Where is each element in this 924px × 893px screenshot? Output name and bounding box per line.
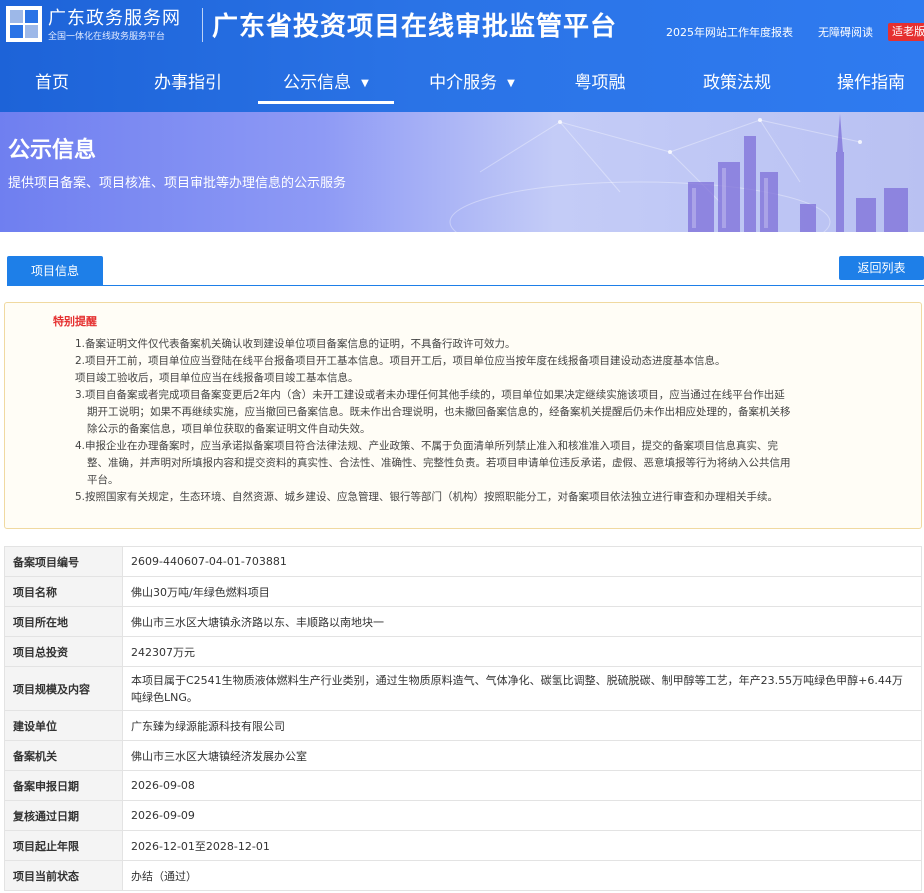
notice-item: 4.申报企业在办理备案时，应当承诺拟备案项目符合法律法规、产业政策、不属于负面清… <box>75 440 791 486</box>
field-label: 建设单位 <box>4 710 123 741</box>
nav-label: 办事指引 <box>154 73 222 93</box>
field-value: 242307万元 <box>122 636 922 667</box>
city-skyline-illustration-icon <box>449 114 908 232</box>
table-row: 项目规模及内容 本项目属于C2541生物质液体燃料生产行业类别，通过生物质原料造… <box>4 666 922 711</box>
field-value: 佛山市三水区大塘镇永济路以东、丰顺路以南地块一 <box>122 606 922 637</box>
page-banner: 公示信息 提供项目备案、项目核准、项目审批等办理信息的公示服务 <box>0 112 924 232</box>
field-label: 项目总投资 <box>4 636 123 667</box>
site-slogan: 全国一体化在线政务服务平台 <box>48 32 166 42</box>
field-value: 办结（通过） <box>122 860 922 891</box>
notice-item: 1.备案证明文件仅代表备案机关确认收到建设单位项目备案信息的证明，不具备行政许可… <box>75 338 516 350</box>
nav-label: 公示信息 <box>283 73 352 93</box>
platform-title: 广东省投资项目在线审批监管平台 <box>212 12 618 42</box>
site-name[interactable]: 广东政务服务网 <box>48 4 181 30</box>
table-row: 项目所在地 佛山市三水区大塘镇永济路以东、丰顺路以南地块一 <box>4 606 922 637</box>
nav-label: 操作指南 <box>837 73 905 93</box>
field-label: 项目起止年限 <box>4 830 123 861</box>
notice-item: 3.项目自备案或者完成项目备案变更后2年内（含）未开工建设或者未办理任何其他手续… <box>75 389 791 435</box>
nav-item-home[interactable]: 首页 <box>0 62 104 104</box>
nav-label: 首页 <box>35 73 69 93</box>
notice-item: 项目竣工验收后，项目单位应当在线报备项目竣工基本信息。 <box>75 372 359 384</box>
field-label: 复核通过日期 <box>4 800 123 831</box>
tab-underline <box>7 285 924 286</box>
site-header: 广东政务服务网 全国一体化在线政务服务平台 广东省投资项目在线审批监管平台 20… <box>0 0 924 112</box>
accessibility-link[interactable]: 无障碍阅读 <box>818 24 873 40</box>
guangdong-gov-logo-icon[interactable] <box>6 6 42 42</box>
field-label: 项目当前状态 <box>4 860 123 891</box>
notice-list: 1.备案证明文件仅代表备案机关确认收到建设单位项目备案信息的证明，不具备行政许可… <box>75 336 791 506</box>
field-label: 备案项目编号 <box>4 546 123 577</box>
nav-item-guide[interactable]: 办事指引 <box>122 62 254 104</box>
table-row: 项目名称 佛山30万吨/年绿色燃料项目 <box>4 576 922 607</box>
elder-mode-button[interactable]: 适老版 <box>888 23 924 41</box>
project-info-table: 备案项目编号 2609-440607-04-01-703881 项目名称 佛山3… <box>4 546 922 891</box>
annual-report-link[interactable]: 2025年网站工作年度报表 <box>666 24 793 40</box>
special-notice-box: 特别提醒 1.备案证明文件仅代表备案机关确认收到建设单位项目备案信息的证明，不具… <box>4 302 922 529</box>
field-label: 项目名称 <box>4 576 123 607</box>
banner-title: 公示信息 <box>8 138 97 163</box>
nav-label: 中介服务 <box>429 73 498 93</box>
nav-item-policy[interactable]: 政策法规 <box>684 62 790 104</box>
field-value: 2026-09-09 <box>122 800 922 831</box>
main-nav: 首页 办事指引 公示信息 ▼ 中介服务 ▼ 粤项融 政策法规 操作指南 <box>0 62 924 104</box>
field-label: 项目所在地 <box>4 606 123 637</box>
field-value: 2609-440607-04-01-703881 <box>122 546 922 577</box>
field-label: 备案申报日期 <box>4 770 123 801</box>
nav-label: 粤项融 <box>574 73 626 93</box>
chevron-down-icon: ▼ <box>507 78 515 89</box>
table-row: 项目总投资 242307万元 <box>4 636 922 667</box>
table-row: 备案机关 佛山市三水区大塘镇经济发展办公室 <box>4 740 922 771</box>
field-value: 2026-09-08 <box>122 770 922 801</box>
nav-label: 政策法规 <box>703 73 771 93</box>
notice-item: 2.项目开工前，项目单位应当登陆在线平台报备项目开工基本信息。项目开工后，项目单… <box>75 355 726 367</box>
field-label: 项目规模及内容 <box>4 666 123 711</box>
nav-item-intermediary[interactable]: 中介服务 ▼ <box>404 62 540 104</box>
table-row: 项目当前状态 办结（通过） <box>4 860 922 891</box>
notice-title: 特别提醒 <box>53 315 97 328</box>
field-label: 备案机关 <box>4 740 123 771</box>
field-value: 佛山市三水区大塘镇经济发展办公室 <box>122 740 922 771</box>
table-row: 复核通过日期 2026-09-09 <box>4 800 922 831</box>
field-value: 广东臻为绿源能源科技有限公司 <box>122 710 922 741</box>
nav-item-yuexiangrong[interactable]: 粤项融 <box>548 62 652 104</box>
nav-item-public-info[interactable]: 公示信息 ▼ <box>258 62 394 104</box>
field-value: 佛山30万吨/年绿色燃料项目 <box>122 576 922 607</box>
field-value: 2026-12-01至2028-12-01 <box>122 830 922 861</box>
notice-item: 5.按照国家有关规定，生态环境、自然资源、城乡建设、应急管理、银行等部门（机构）… <box>75 491 779 503</box>
chevron-down-icon: ▼ <box>361 78 369 89</box>
nav-item-operation-guide[interactable]: 操作指南 <box>818 62 924 104</box>
table-row: 备案项目编号 2609-440607-04-01-703881 <box>4 546 922 577</box>
field-value: 本项目属于C2541生物质液体燃料生产行业类别，通过生物质原料造气、气体净化、碳… <box>122 666 922 711</box>
table-row: 项目起止年限 2026-12-01至2028-12-01 <box>4 830 922 861</box>
header-divider <box>202 8 203 42</box>
table-row: 建设单位 广东臻为绿源能源科技有限公司 <box>4 710 922 741</box>
back-to-list-button[interactable]: 返回列表 <box>839 256 924 280</box>
table-row: 备案申报日期 2026-09-08 <box>4 770 922 801</box>
tab-project-info[interactable]: 项目信息 <box>7 256 103 286</box>
banner-description: 提供项目备案、项目核准、项目审批等办理信息的公示服务 <box>8 176 347 191</box>
